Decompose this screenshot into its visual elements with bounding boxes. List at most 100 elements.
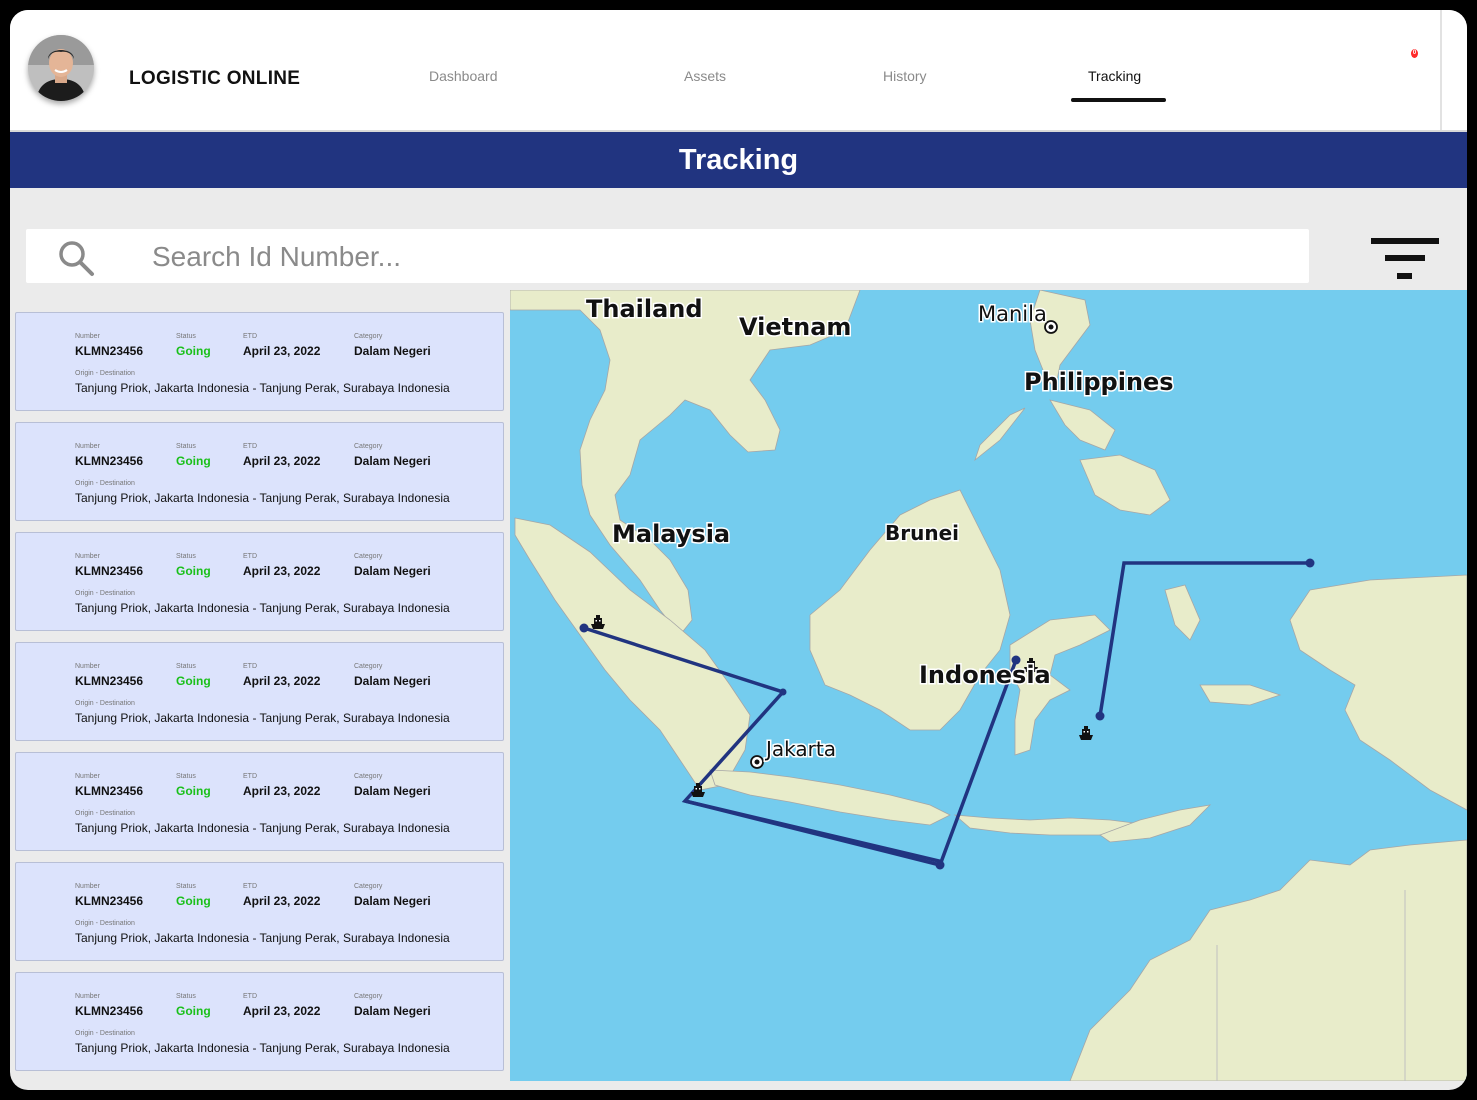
etd-value: April 23, 2022 <box>243 894 321 908</box>
category-value: Dalam Negeri <box>354 564 431 578</box>
origin-destination-label: Origin - Destination <box>75 480 135 487</box>
status-label: Status <box>176 663 196 670</box>
search-input[interactable] <box>150 235 1294 279</box>
filter-icon[interactable] <box>1370 238 1440 286</box>
shipment-number: KLMN23456 <box>75 784 144 798</box>
tracking-map[interactable]: Thailand Vietnam Manila Philippines Mala… <box>510 290 1467 1081</box>
number-label: Number <box>75 773 100 780</box>
search-icon[interactable] <box>56 238 96 278</box>
status-badge: Going <box>176 674 211 688</box>
category-value: Dalam Negeri <box>354 784 431 798</box>
land-seram <box>1199 684 1282 706</box>
etd-label: ETD <box>243 333 257 340</box>
etd-label: ETD <box>243 443 257 450</box>
top-navbar: LOGISTIC ONLINE Dashboard Assets History… <box>10 10 1442 130</box>
map-label-jakarta: Jakarta <box>764 737 836 761</box>
category-value: Dalam Negeri <box>354 1004 431 1018</box>
number-label: Number <box>75 883 100 890</box>
origin-destination-label: Origin - Destination <box>75 920 135 927</box>
shipment-card[interactable]: Number KLMN23456 Status Going ETD April 23, 2… <box>15 862 504 961</box>
nav-assets[interactable]: Assets <box>684 68 726 84</box>
route-value: Tanjung Priok, Jakarta Indonesia - Tanju… <box>75 601 450 615</box>
nav-history[interactable]: History <box>883 68 927 84</box>
status-badge: Going <box>176 344 211 358</box>
ship-icon <box>1079 726 1093 740</box>
etd-value: April 23, 2022 <box>243 674 321 688</box>
land-australia <box>1069 839 1467 1081</box>
status-label: Status <box>176 333 196 340</box>
shipment-number: KLMN23456 <box>75 454 144 468</box>
category-label: Category <box>354 443 383 450</box>
shipment-card[interactable]: Number KLMN23456 Status Going ETD April 23, 2… <box>15 312 504 411</box>
shipment-card[interactable]: Number KLMN23456 Status Going ETD April 23, 2… <box>15 972 504 1071</box>
shipment-number: KLMN23456 <box>75 344 144 358</box>
shipment-number: KLMN23456 <box>75 674 144 688</box>
route-value: Tanjung Priok, Jakarta Indonesia - Tanju… <box>75 491 450 505</box>
etd-label: ETD <box>243 553 257 560</box>
status-label: Status <box>176 993 196 1000</box>
location-pin-icon <box>750 755 764 769</box>
category-label: Category <box>354 553 383 560</box>
status-label: Status <box>176 883 196 890</box>
land-palawan <box>974 407 1026 462</box>
map-label-malaysia: Malaysia <box>612 520 730 548</box>
route-value: Tanjung Priok, Jakarta Indonesia - Tanju… <box>75 1041 450 1055</box>
etd-value: April 23, 2022 <box>243 784 321 798</box>
shipment-number: KLMN23456 <box>75 894 144 908</box>
status-badge: Going <box>176 784 211 798</box>
map-label-vietnam: Vietnam <box>739 313 851 341</box>
notification-badge[interactable]: 0 <box>1411 49 1418 58</box>
etd-label: ETD <box>243 773 257 780</box>
shipment-number: KLMN23456 <box>75 1004 144 1018</box>
land-papua <box>1289 574 1467 811</box>
origin-destination-label: Origin - Destination <box>75 810 135 817</box>
category-value: Dalam Negeri <box>354 894 431 908</box>
status-badge: Going <box>176 894 211 908</box>
route-value: Tanjung Priok, Jakarta Indonesia - Tanju… <box>75 821 450 835</box>
category-value: Dalam Negeri <box>354 454 431 468</box>
number-label: Number <box>75 333 100 340</box>
category-label: Category <box>354 663 383 670</box>
etd-value: April 23, 2022 <box>243 1004 321 1018</box>
status-badge: Going <box>176 1004 211 1018</box>
etd-label: ETD <box>243 993 257 1000</box>
category-label: Category <box>354 993 383 1000</box>
status-label: Status <box>176 443 196 450</box>
number-label: Number <box>75 553 100 560</box>
avatar[interactable] <box>28 35 94 101</box>
shipment-card[interactable]: Number KLMN23456 Status Going ETD April 23, 2… <box>15 422 504 521</box>
search-bar[interactable] <box>26 229 1309 283</box>
origin-destination-label: Origin - Destination <box>75 1030 135 1037</box>
active-tab-indicator <box>1071 98 1166 102</box>
brand-title: LOGISTIC ONLINE <box>129 68 301 89</box>
land-visayas <box>1049 399 1116 451</box>
app-window: LOGISTIC ONLINE Dashboard Assets History… <box>10 10 1467 1090</box>
map-label-philippines: Philippines <box>1024 368 1174 396</box>
map-label-indonesia: Indonesia <box>919 661 1051 689</box>
etd-value: April 23, 2022 <box>243 454 321 468</box>
map-label-brunei: Brunei <box>885 521 959 545</box>
nav-dashboard[interactable]: Dashboard <box>429 68 498 84</box>
origin-destination-label: Origin - Destination <box>75 700 135 707</box>
route-value: Tanjung Priok, Jakarta Indonesia - Tanju… <box>75 931 450 945</box>
nav-tracking[interactable]: Tracking <box>1088 68 1141 84</box>
status-badge: Going <box>176 454 211 468</box>
origin-destination-label: Origin - Destination <box>75 370 135 377</box>
route-value: Tanjung Priok, Jakarta Indonesia - Tanju… <box>75 711 450 725</box>
status-label: Status <box>176 553 196 560</box>
map-label-manila: Manila <box>978 302 1047 326</box>
origin-destination-label: Origin - Destination <box>75 590 135 597</box>
number-label: Number <box>75 993 100 1000</box>
number-label: Number <box>75 663 100 670</box>
map-label-thailand: Thailand <box>586 295 703 323</box>
category-label: Category <box>354 773 383 780</box>
shipment-card[interactable]: Number KLMN23456 Status Going ETD April 23, 2… <box>15 532 504 631</box>
category-value: Dalam Negeri <box>354 674 431 688</box>
status-badge: Going <box>176 564 211 578</box>
shipment-card[interactable]: Number KLMN23456 Status Going ETD April 23, 2… <box>15 642 504 741</box>
etd-value: April 23, 2022 <box>243 564 321 578</box>
status-label: Status <box>176 773 196 780</box>
etd-label: ETD <box>243 883 257 890</box>
land-mindanao <box>1079 454 1171 516</box>
shipment-card[interactable]: Number KLMN23456 Status Going ETD April 23, 2… <box>15 752 504 851</box>
